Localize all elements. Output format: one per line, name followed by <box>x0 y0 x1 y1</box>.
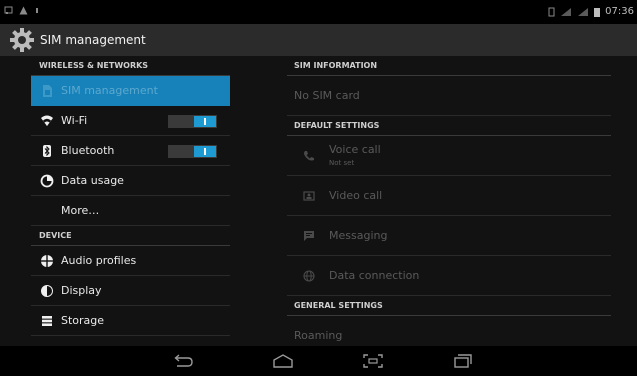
navigation-bar <box>0 346 637 376</box>
data-usage-icon <box>40 174 54 188</box>
wifi-icon <box>41 115 53 126</box>
sidebar-item-wifi[interactable]: Wi-Fi <box>31 106 230 136</box>
no-sim-label: No SIM card <box>294 89 360 102</box>
wifi-toggle[interactable] <box>168 115 217 128</box>
sidebar-item-label: SIM management <box>61 84 158 97</box>
messaging-label: Messaging <box>329 229 388 242</box>
sidebar-item-data-usage[interactable]: Data usage <box>31 166 230 196</box>
sidebar-item-label: Audio profiles <box>61 254 137 267</box>
messaging-icon <box>304 231 314 241</box>
settings-content: WIRELESS & NETWORKS SIM management Wi-Fi… <box>0 56 637 356</box>
setting-messaging[interactable]: Messaging <box>287 216 611 256</box>
data-connection-label: Data connection <box>329 269 420 282</box>
sidebar-item-display[interactable]: Display <box>31 276 230 306</box>
roaming-label: Roaming <box>294 329 343 342</box>
toggle-knob <box>194 116 216 127</box>
video-call-label: Video call <box>329 189 383 202</box>
signal-icon <box>578 7 589 16</box>
sim-icon <box>43 85 52 97</box>
battery-icon <box>594 7 601 17</box>
back-icon[interactable] <box>172 353 194 369</box>
phone-icon <box>304 151 314 161</box>
sidebar-item-label: Wi-Fi <box>61 114 88 127</box>
status-bar: 07:36 <box>0 0 637 24</box>
section-header-wireless: WIRELESS & NETWORKS <box>31 56 230 76</box>
settings-gear-icon[interactable] <box>9 27 35 53</box>
video-call-icon <box>303 191 315 201</box>
sim-card-status: No SIM card <box>287 76 611 116</box>
sidebar-item-more[interactable]: More… <box>31 196 230 226</box>
section-header-default-settings: DEFAULT SETTINGS <box>287 116 611 136</box>
screenshot-notification-icon <box>4 6 13 14</box>
sidebar-item-audio-profiles[interactable]: Audio profiles <box>31 246 230 276</box>
setting-video-call[interactable]: Video call <box>287 176 611 216</box>
storage-icon <box>42 316 52 326</box>
audio-profiles-icon <box>41 255 53 267</box>
section-header-general-settings: GENERAL SETTINGS <box>287 296 611 316</box>
recent-apps-icon[interactable] <box>452 353 474 369</box>
screenshot-icon[interactable] <box>362 353 384 369</box>
display-icon <box>41 285 53 297</box>
sidebar-item-label: More… <box>61 204 100 217</box>
voice-call-summary: Not set <box>329 159 355 167</box>
sidebar-item-label: Bluetooth <box>61 144 115 157</box>
sidebar-item-storage[interactable]: Storage <box>31 306 230 336</box>
globe-icon <box>303 270 315 282</box>
sidebar-item-label: Display <box>61 284 102 297</box>
download-icon <box>36 8 38 13</box>
bluetooth-toggle[interactable] <box>168 145 217 158</box>
setting-voice-call[interactable]: Voice call Not set <box>287 136 611 176</box>
warning-icon <box>19 6 28 15</box>
notification-icons <box>4 6 40 15</box>
voice-call-label: Voice call <box>329 143 381 156</box>
settings-list: WIRELESS & NETWORKS SIM management Wi-Fi… <box>31 56 230 346</box>
sidebar-item-sim-management[interactable]: SIM management <box>31 76 230 106</box>
setting-data-connection[interactable]: Data connection <box>287 256 611 296</box>
page-title: SIM management <box>40 33 146 47</box>
system-icons: 07:36 <box>548 6 634 17</box>
sidebar-item-bluetooth[interactable]: Bluetooth <box>31 136 230 166</box>
sidebar-item-label: Storage <box>61 314 105 327</box>
detail-pane: SIM INFORMATION No SIM card DEFAULT SETT… <box>287 56 611 356</box>
home-icon[interactable] <box>272 353 294 369</box>
sidebar-item-label: Data usage <box>61 174 124 187</box>
section-header-sim-information: SIM INFORMATION <box>287 56 611 76</box>
action-bar: SIM management <box>0 24 637 56</box>
signal-icon <box>561 7 572 16</box>
clock: 07:36 <box>605 6 634 17</box>
sim-status-icon <box>548 7 555 16</box>
bluetooth-icon <box>43 145 51 157</box>
toggle-knob <box>194 146 216 157</box>
section-header-device: DEVICE <box>31 226 230 246</box>
